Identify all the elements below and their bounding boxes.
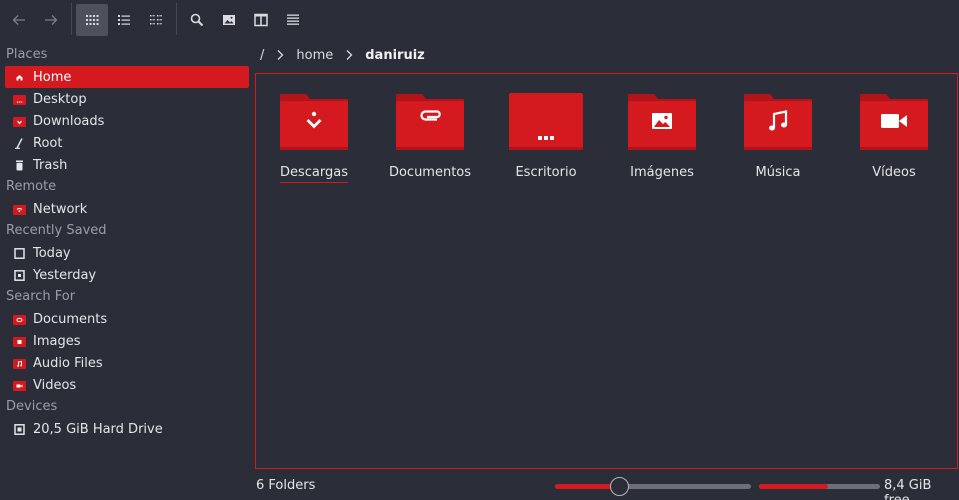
file-grid: Descargas Documentos Escritorio Imágenes… <box>256 74 957 183</box>
toolbar-separator <box>176 3 177 35</box>
section-header-remote: Remote <box>6 179 57 194</box>
sidebar-item-root[interactable]: Root <box>5 132 249 154</box>
zoom-slider-handle[interactable] <box>609 477 629 496</box>
compact-view-icon <box>150 14 162 24</box>
preview-icon <box>223 14 235 25</box>
videos-folder-icon <box>860 94 928 150</box>
folder-label: Música <box>755 165 801 180</box>
places-panel: Places Home Desktop Downloads Root Trash… <box>0 38 252 500</box>
sidebar-item-label: Images <box>33 333 81 349</box>
details-view-icon <box>118 14 130 25</box>
breadcrumb-current[interactable]: daniruiz <box>361 48 428 63</box>
download-folder-icon <box>280 94 348 150</box>
sidebar-item-label: Today <box>33 245 71 261</box>
sidebar-item-today[interactable]: Today <box>5 242 249 264</box>
sidebar-item-home[interactable]: Home <box>5 66 249 88</box>
breadcrumb-home[interactable]: home <box>292 48 337 63</box>
calendar-icon <box>13 247 26 259</box>
toolbar-separator <box>71 3 72 35</box>
menu-icon <box>287 14 299 25</box>
arrow-left-icon <box>12 14 25 25</box>
home-icon <box>13 71 26 83</box>
details-view-button[interactable] <box>108 4 140 36</box>
documents-folder-icon <box>396 94 464 150</box>
preview-button[interactable] <box>213 4 245 36</box>
forward-button[interactable] <box>35 4 67 36</box>
sidebar-item-audio-files[interactable]: Audio Files <box>5 352 249 374</box>
sidebar-item-label: Root <box>33 135 63 151</box>
sidebar-item-downloads[interactable]: Downloads <box>5 110 249 132</box>
free-space-label: 8,4 GiB free <box>884 478 932 500</box>
videos-icon <box>13 380 26 391</box>
folder-label: Documentos <box>388 165 472 180</box>
folder-item-escritorio[interactable]: Escritorio <box>488 92 604 183</box>
trash-icon <box>13 160 26 171</box>
drive-icon <box>13 423 26 435</box>
sidebar-item-videos[interactable]: Videos <box>5 374 249 396</box>
sidebar-item-label: Documents <box>33 311 108 327</box>
folder-count: 6 Folders <box>256 478 316 493</box>
breadcrumb-root[interactable]: / <box>256 48 268 63</box>
calendar-icon <box>13 269 26 281</box>
compact-view-button[interactable] <box>140 4 172 36</box>
sidebar-item-trash[interactable]: Trash <box>5 154 249 176</box>
folder-item-descargas[interactable]: Descargas <box>256 92 372 183</box>
folder-label: Descargas <box>279 165 348 183</box>
folder-item-videos[interactable]: Vídeos <box>836 92 952 183</box>
chevron-right-icon[interactable] <box>268 49 292 61</box>
folder-label: Vídeos <box>872 165 916 180</box>
sidebar-item-label: Videos <box>33 377 77 393</box>
audio-icon <box>13 358 26 369</box>
folder-item-documentos[interactable]: Documentos <box>372 92 488 183</box>
sidebar-item-label: Yesterday <box>33 267 97 283</box>
downloads-icon <box>13 116 26 127</box>
sidebar-item-desktop[interactable]: Desktop <box>5 88 249 110</box>
section-header-devices: Devices <box>6 399 58 414</box>
icons-view-icon <box>86 14 99 25</box>
search-icon <box>190 13 204 26</box>
folder-item-imagenes[interactable]: Imágenes <box>604 92 720 183</box>
sidebar-item-documents[interactable]: Documents <box>5 308 249 330</box>
folder-item-musica[interactable]: Música <box>720 92 836 183</box>
section-header-recently-saved: Recently Saved <box>6 223 107 238</box>
sidebar-item-label: Trash <box>33 157 68 173</box>
section-header-search-for: Search For <box>6 289 76 304</box>
network-icon <box>13 204 26 215</box>
chevron-right-icon[interactable] <box>337 49 361 61</box>
pictures-folder-icon <box>628 94 696 150</box>
disk-space-bar <box>759 484 880 489</box>
arrow-right-icon <box>45 14 58 25</box>
menu-button[interactable] <box>277 4 309 36</box>
sidebar-item-label: Downloads <box>33 113 105 129</box>
file-view[interactable]: Descargas Documentos Escritorio Imágenes… <box>255 73 958 469</box>
back-button[interactable] <box>3 4 35 36</box>
folder-label: Escritorio <box>515 165 577 180</box>
folder-label: Imágenes <box>630 165 694 180</box>
sidebar-item-yesterday[interactable]: Yesterday <box>5 264 249 286</box>
toolbar <box>0 0 959 38</box>
disk-space-fill <box>759 484 828 489</box>
sidebar-item-network[interactable]: Network <box>5 198 249 220</box>
sidebar-item-label: Home <box>33 69 72 85</box>
desktop-icon <box>13 94 26 105</box>
sidebar-item-hard-drive[interactable]: 20,5 GiB Hard Drive <box>5 418 249 440</box>
documents-icon <box>13 314 26 325</box>
sidebar-item-label: Network <box>33 201 88 217</box>
breadcrumb: / home daniruiz <box>256 43 429 67</box>
root-icon <box>13 137 26 149</box>
section-header-places: Places <box>6 47 48 62</box>
split-view-button[interactable] <box>245 4 277 36</box>
sidebar-item-label: Desktop <box>33 91 87 107</box>
sidebar-item-label: 20,5 GiB Hard Drive <box>33 421 163 437</box>
sidebar-item-images[interactable]: Images <box>5 330 249 352</box>
music-folder-icon <box>744 94 812 150</box>
zoom-slider[interactable] <box>555 477 751 496</box>
desktop-folder-icon <box>509 93 583 150</box>
icons-view-button[interactable] <box>76 3 108 36</box>
images-icon <box>13 336 26 347</box>
sidebar-item-label: Audio Files <box>33 355 103 371</box>
status-bar: 6 Folders 8,4 GiB free <box>0 472 959 500</box>
split-view-icon <box>254 13 268 26</box>
search-button[interactable] <box>181 4 213 36</box>
